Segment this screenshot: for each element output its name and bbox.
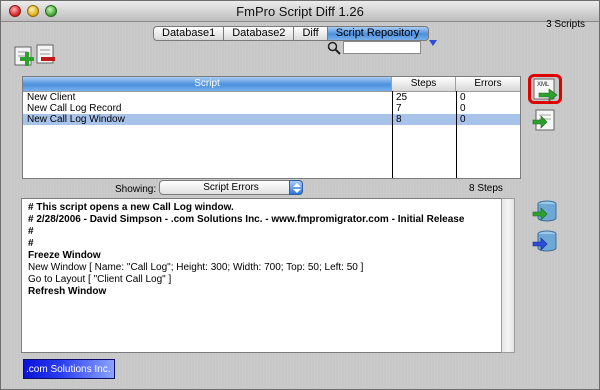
cell-steps: 25 bbox=[396, 92, 408, 103]
cell-errors: 0 bbox=[460, 103, 466, 114]
cell-script: New Client bbox=[27, 92, 76, 103]
company-logo: .com Solutions Inc. bbox=[23, 359, 115, 379]
showing-select[interactable]: Script Errors bbox=[159, 180, 303, 195]
title-bar: FmPro Script Diff 1.26 bbox=[1, 1, 599, 22]
tab-database1[interactable]: Database1 bbox=[153, 26, 224, 41]
table-header: Script Steps Errors bbox=[23, 77, 520, 92]
window-title: FmPro Script Diff 1.26 bbox=[236, 4, 364, 19]
app-window: FmPro Script Diff 1.26 3 Scripts Databas… bbox=[0, 0, 600, 390]
script-text-area[interactable]: # This script opens a new Call Log windo… bbox=[21, 198, 513, 353]
script-line: # bbox=[28, 238, 34, 249]
tab-database2[interactable]: Database2 bbox=[223, 26, 294, 41]
cell-steps: 7 bbox=[396, 103, 402, 114]
script-line: New Window [ Name: "Call Log"; Height: 3… bbox=[28, 262, 364, 273]
column-header-steps[interactable]: Steps bbox=[392, 77, 456, 91]
compare-scripts-icon[interactable] bbox=[13, 43, 59, 69]
table-row-selected[interactable]: New Call Log Window 8 0 bbox=[23, 114, 520, 125]
script-line: Freeze Window bbox=[28, 250, 101, 261]
select-arrows-icon[interactable] bbox=[289, 180, 303, 195]
scripts-count: 3 Scripts bbox=[546, 19, 585, 30]
database-add-icon[interactable] bbox=[531, 199, 559, 225]
script-line: # This script opens a new Call Log windo… bbox=[28, 202, 234, 213]
column-header-script[interactable]: Script bbox=[23, 77, 392, 91]
logo-text: .com Solutions Inc. bbox=[26, 364, 111, 375]
script-line: Go to Layout [ "Client Call Log" ] bbox=[28, 274, 172, 285]
tab-script-repository[interactable]: Script Repository bbox=[326, 26, 429, 41]
search-options-arrow-icon[interactable] bbox=[429, 40, 437, 46]
script-line: # bbox=[28, 226, 34, 237]
cell-errors: 0 bbox=[460, 114, 466, 125]
script-line: Refresh Window bbox=[28, 286, 107, 297]
script-line: # 2/28/2006 - David Simpson - .com Solut… bbox=[28, 214, 465, 225]
showing-label: Showing: bbox=[115, 184, 157, 195]
search-input[interactable] bbox=[343, 41, 421, 54]
column-divider bbox=[392, 91, 393, 178]
showing-select-value: Script Errors bbox=[203, 182, 259, 193]
svg-text:XML: XML bbox=[537, 82, 550, 88]
cell-script: New Call Log Window bbox=[27, 114, 125, 125]
cell-errors: 0 bbox=[460, 92, 466, 103]
tab-bar: Database1 Database2 Diff Script Reposito… bbox=[153, 26, 429, 42]
tab-diff[interactable]: Diff bbox=[293, 26, 327, 41]
database-refresh-icon[interactable] bbox=[531, 229, 559, 255]
column-header-errors[interactable]: Errors bbox=[456, 77, 520, 91]
table-row[interactable]: New Call Log Record 7 0 bbox=[23, 103, 520, 114]
cell-script: New Call Log Record bbox=[27, 103, 122, 114]
steps-count: 8 Steps bbox=[469, 183, 503, 194]
vertical-scrollbar[interactable] bbox=[501, 198, 515, 353]
cell-steps: 8 bbox=[396, 114, 402, 125]
import-file-icon[interactable] bbox=[531, 107, 559, 133]
column-divider bbox=[456, 91, 457, 178]
scripts-table: Script Steps Errors New Client 25 0 New … bbox=[22, 76, 521, 179]
search-icon bbox=[327, 41, 341, 55]
table-row[interactable]: New Client 25 0 bbox=[23, 92, 520, 103]
export-xml-icon[interactable]: XML bbox=[531, 77, 559, 103]
